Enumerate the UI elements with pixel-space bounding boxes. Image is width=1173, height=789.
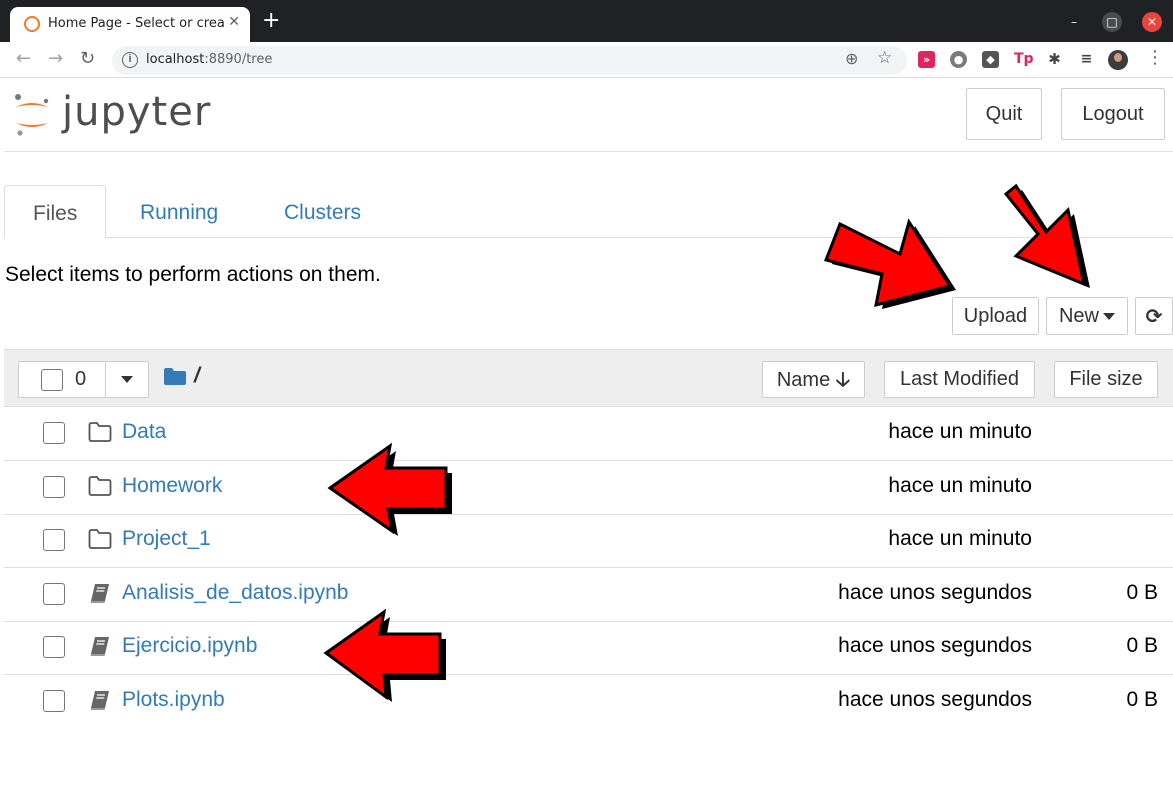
extension-icon[interactable]: ● bbox=[950, 51, 967, 68]
extension-icon[interactable]: » bbox=[918, 51, 935, 68]
quit-button[interactable]: Quit bbox=[966, 88, 1042, 140]
browser-titlebar: Home Page - Select or create a notebook … bbox=[0, 0, 1173, 42]
new-tab-button[interactable]: + bbox=[262, 8, 280, 33]
extensions-puzzle-icon[interactable]: ✱ bbox=[1046, 51, 1063, 68]
tab-close-icon[interactable]: ✕ bbox=[228, 14, 240, 30]
forward-arrow-icon[interactable]: → bbox=[48, 48, 63, 69]
caret-down-icon bbox=[1103, 313, 1115, 321]
file-list-row[interactable]: Project_1 hace un minuto bbox=[4, 514, 1173, 568]
window-minimize-button[interactable]: – bbox=[1064, 12, 1084, 32]
browser-toolbar: ← → ↻ i localhost:8890/tree ⊕ ☆ » ● ◆ Tp… bbox=[0, 42, 1173, 78]
last-modified-text: hace un minuto bbox=[888, 527, 1032, 550]
row-checkbox[interactable] bbox=[43, 529, 65, 551]
sort-by-file-size-button[interactable]: File size bbox=[1054, 361, 1158, 398]
select-menu-dropdown[interactable] bbox=[105, 361, 150, 398]
folder-link[interactable]: Data bbox=[122, 420, 166, 444]
address-bar[interactable]: i localhost:8890/tree ⊕ ☆ bbox=[112, 46, 907, 75]
url-path: :8890/tree bbox=[204, 52, 273, 67]
jupyter-header: jupyter Quit Logout bbox=[4, 79, 1173, 152]
sort-by-last-modified-button[interactable]: Last Modified bbox=[884, 361, 1035, 398]
zoom-icon[interactable]: ⊕ bbox=[845, 49, 858, 68]
row-checkbox[interactable] bbox=[43, 636, 65, 658]
window-maximize-button[interactable]: □ bbox=[1102, 12, 1122, 32]
last-modified-text: hace unos segundos bbox=[838, 581, 1032, 604]
refresh-button[interactable]: ⟳ bbox=[1135, 297, 1173, 335]
notebook-book-icon bbox=[90, 691, 109, 710]
jupyter-wordmark[interactable]: jupyter bbox=[62, 89, 211, 135]
refresh-icon: ⟳ bbox=[1145, 304, 1163, 328]
browser-tab[interactable]: Home Page - Select or create a notebook … bbox=[10, 7, 250, 42]
logout-button[interactable]: Logout bbox=[1061, 88, 1165, 140]
profile-avatar[interactable] bbox=[1108, 50, 1128, 70]
new-dropdown-button[interactable]: New bbox=[1046, 297, 1128, 335]
file-list-row[interactable]: Ejercicio.ipynb hace unos segundos 0 B bbox=[4, 621, 1173, 675]
breadcrumb-root[interactable]: / bbox=[194, 364, 200, 388]
dashboard-tabs: Files Running Clusters bbox=[4, 185, 1173, 239]
reload-icon[interactable]: ↻ bbox=[80, 48, 95, 69]
file-size-text: 0 B bbox=[1126, 688, 1158, 711]
selected-count: 0 bbox=[75, 368, 87, 390]
folder-link[interactable]: Project_1 bbox=[122, 527, 211, 551]
sort-name-label: Name bbox=[776, 369, 831, 391]
extension-icon[interactable]: Tp bbox=[1014, 51, 1034, 68]
folder-link[interactable]: Homework bbox=[122, 474, 222, 498]
url-text[interactable]: localhost:8890/tree bbox=[146, 52, 272, 67]
last-modified-text: hace unos segundos bbox=[838, 688, 1032, 711]
caret-down-icon bbox=[121, 376, 133, 383]
window-close-button[interactable]: ✕ bbox=[1142, 12, 1162, 32]
last-modified-text: hace un minuto bbox=[888, 474, 1032, 497]
file-list-header: 0 / Name 🡣 Last Modified File size bbox=[4, 349, 1173, 407]
file-list-row[interactable]: Homework hace un minuto bbox=[4, 461, 1173, 515]
arrow-down-icon: 🡣 bbox=[835, 367, 851, 391]
folder-outline-icon bbox=[88, 422, 112, 442]
file-list-row[interactable]: Data hace un minuto bbox=[4, 407, 1173, 461]
back-arrow-icon[interactable]: ← bbox=[16, 48, 31, 69]
jupyter-favicon-icon bbox=[24, 16, 40, 32]
notebook-book-icon bbox=[90, 584, 109, 603]
url-host: localhost bbox=[146, 52, 205, 67]
extension-icon[interactable]: ◆ bbox=[982, 51, 999, 68]
last-modified-text: hace un minuto bbox=[888, 420, 1032, 443]
bookmark-star-icon[interactable]: ☆ bbox=[877, 48, 892, 68]
row-checkbox[interactable] bbox=[43, 476, 65, 498]
tab-clusters[interactable]: Clusters bbox=[256, 185, 389, 238]
tab-files[interactable]: Files bbox=[4, 185, 107, 239]
tab-title: Home Page - Select or create a notebook bbox=[48, 16, 224, 31]
folder-outline-icon bbox=[88, 529, 112, 549]
file-size-text: 0 B bbox=[1126, 634, 1158, 657]
last-modified-text: hace unos segundos bbox=[838, 634, 1032, 657]
selection-hint: Select items to perform actions on them. bbox=[5, 263, 381, 286]
sort-by-name-button[interactable]: Name 🡣 bbox=[762, 361, 865, 398]
media-control-icon[interactable]: ≡ bbox=[1078, 51, 1095, 68]
folder-outline-icon bbox=[88, 476, 112, 496]
jupyter-logo-icon[interactable] bbox=[12, 91, 52, 139]
row-checkbox[interactable] bbox=[43, 583, 65, 605]
notebook-link[interactable]: Plots.ipynb bbox=[122, 688, 225, 712]
file-size-text: 0 B bbox=[1126, 581, 1158, 604]
select-all-checkbox[interactable] bbox=[41, 369, 63, 391]
file-list-row[interactable]: Plots.ipynb hace unos segundos 0 B bbox=[4, 675, 1173, 729]
upload-button[interactable]: Upload bbox=[952, 297, 1039, 335]
page-blank-area bbox=[0, 728, 1173, 789]
row-checkbox[interactable] bbox=[43, 422, 65, 444]
select-all-group: 0 bbox=[18, 361, 149, 398]
row-checkbox[interactable] bbox=[43, 690, 65, 712]
file-list-row[interactable]: Analisis_de_datos.ipynb hace unos segundo… bbox=[4, 568, 1173, 622]
tab-running[interactable]: Running bbox=[112, 185, 246, 238]
notebook-link[interactable]: Ejercicio.ipynb bbox=[122, 634, 257, 658]
notebook-book-icon bbox=[90, 637, 109, 656]
site-info-icon[interactable]: i bbox=[122, 52, 138, 68]
notebook-link[interactable]: Analisis_de_datos.ipynb bbox=[122, 581, 349, 605]
browser-menu-icon[interactable]: ⋮ bbox=[1146, 47, 1164, 68]
new-button-label: New bbox=[1058, 305, 1099, 327]
folder-icon[interactable] bbox=[164, 368, 186, 385]
